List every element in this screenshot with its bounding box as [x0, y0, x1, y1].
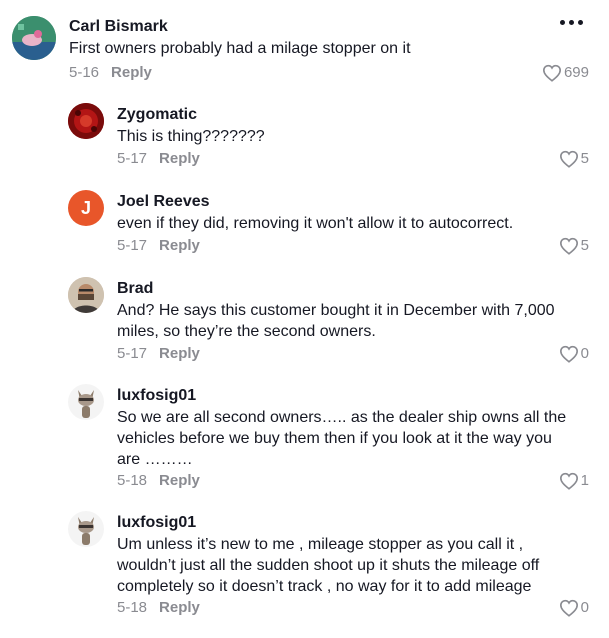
comment-meta: 5-18 Reply [117, 598, 200, 618]
reply-item: Brad And? He says this customer bought i… [0, 269, 609, 369]
comment-meta: 5-17 Reply [117, 344, 200, 364]
comment-text: First owners probably had a milage stopp… [69, 40, 411, 57]
comment-date: 5-18 [117, 472, 148, 489]
comment-date: 5-17 [117, 237, 148, 254]
like-count: 5 [580, 150, 589, 167]
comment-text: This is thing??????? [117, 128, 265, 145]
reply-button[interactable]: Reply [159, 237, 200, 254]
user-avatar[interactable] [68, 511, 104, 547]
comment-text: even if they did, removing it won't allo… [117, 215, 514, 232]
reply-button[interactable]: Reply [159, 472, 200, 489]
comment-date: 5-17 [117, 345, 148, 362]
reply-item: Zygomatic This is thing??????? 5-17 Reply… [0, 95, 609, 175]
heart-icon [559, 472, 578, 490]
comment-date: 5-18 [117, 599, 148, 616]
comment-date: 5-16 [69, 64, 100, 81]
comment-item: Carl Bismark First owners probably had a… [0, 0, 609, 90]
avatar-initial: J [80, 197, 91, 218]
heart-icon [559, 150, 578, 168]
heart-icon [542, 64, 561, 82]
like-button[interactable]: 5 [559, 236, 589, 256]
user-avatar[interactable] [68, 103, 104, 139]
user-avatar[interactable] [68, 277, 104, 313]
comment-author[interactable]: Brad [117, 279, 153, 299]
like-count: 1 [580, 472, 589, 489]
reply-item: luxfosig01 So we are all second owners….… [0, 376, 609, 496]
user-avatar[interactable]: J [68, 190, 104, 226]
comment-date: 5-17 [117, 150, 148, 167]
user-avatar[interactable] [12, 16, 56, 60]
like-count: 5 [580, 237, 589, 254]
like-button[interactable]: 1 [559, 471, 589, 491]
like-count: 0 [580, 599, 589, 616]
comment-author[interactable]: Joel Reeves [117, 192, 210, 212]
like-button[interactable]: 699 [542, 63, 589, 83]
like-count: 0 [580, 345, 589, 362]
comment-author[interactable]: Zygomatic [117, 105, 197, 125]
comment-meta: 5-17 Reply [117, 236, 200, 256]
heart-icon [559, 237, 578, 255]
like-button[interactable]: 0 [559, 598, 589, 618]
reply-button[interactable]: Reply [111, 64, 152, 81]
comment-meta: 5-18 Reply [117, 471, 200, 491]
man-photo-avatar-icon [68, 277, 104, 313]
like-button[interactable]: 0 [559, 344, 589, 364]
more-options-icon[interactable] [560, 20, 583, 25]
comment-text: Um unless it’s new to me , mileage stopp… [117, 536, 540, 595]
like-count: 699 [563, 64, 589, 81]
user-avatar[interactable] [68, 384, 104, 420]
cartoon-raccoon-avatar-icon [68, 384, 104, 420]
comment-author[interactable]: luxfosig01 [117, 386, 196, 406]
reply-item: J Joel Reeves even if they did, removing… [0, 182, 609, 262]
red-pattern-avatar-icon [68, 103, 104, 139]
comment-text: So we are all second owners….. as the de… [117, 409, 567, 468]
comment-text: And? He says this customer bought it in … [117, 302, 555, 340]
reply-button[interactable]: Reply [159, 599, 200, 616]
cartoon-raccoon-avatar-icon [68, 511, 104, 547]
comment-meta: 5-17 Reply [117, 149, 200, 169]
heart-icon [559, 345, 578, 363]
reply-item: luxfosig01 Um unless it’s new to me , mi… [0, 503, 609, 633]
reply-button[interactable]: Reply [159, 345, 200, 362]
game-character-avatar-icon [12, 16, 56, 60]
comment-meta: 5-16 Reply [69, 63, 152, 83]
comment-author[interactable]: luxfosig01 [117, 513, 196, 533]
comment-author[interactable]: Carl Bismark [69, 17, 168, 37]
reply-button[interactable]: Reply [159, 150, 200, 167]
like-button[interactable]: 5 [559, 149, 589, 169]
heart-icon [559, 599, 578, 617]
